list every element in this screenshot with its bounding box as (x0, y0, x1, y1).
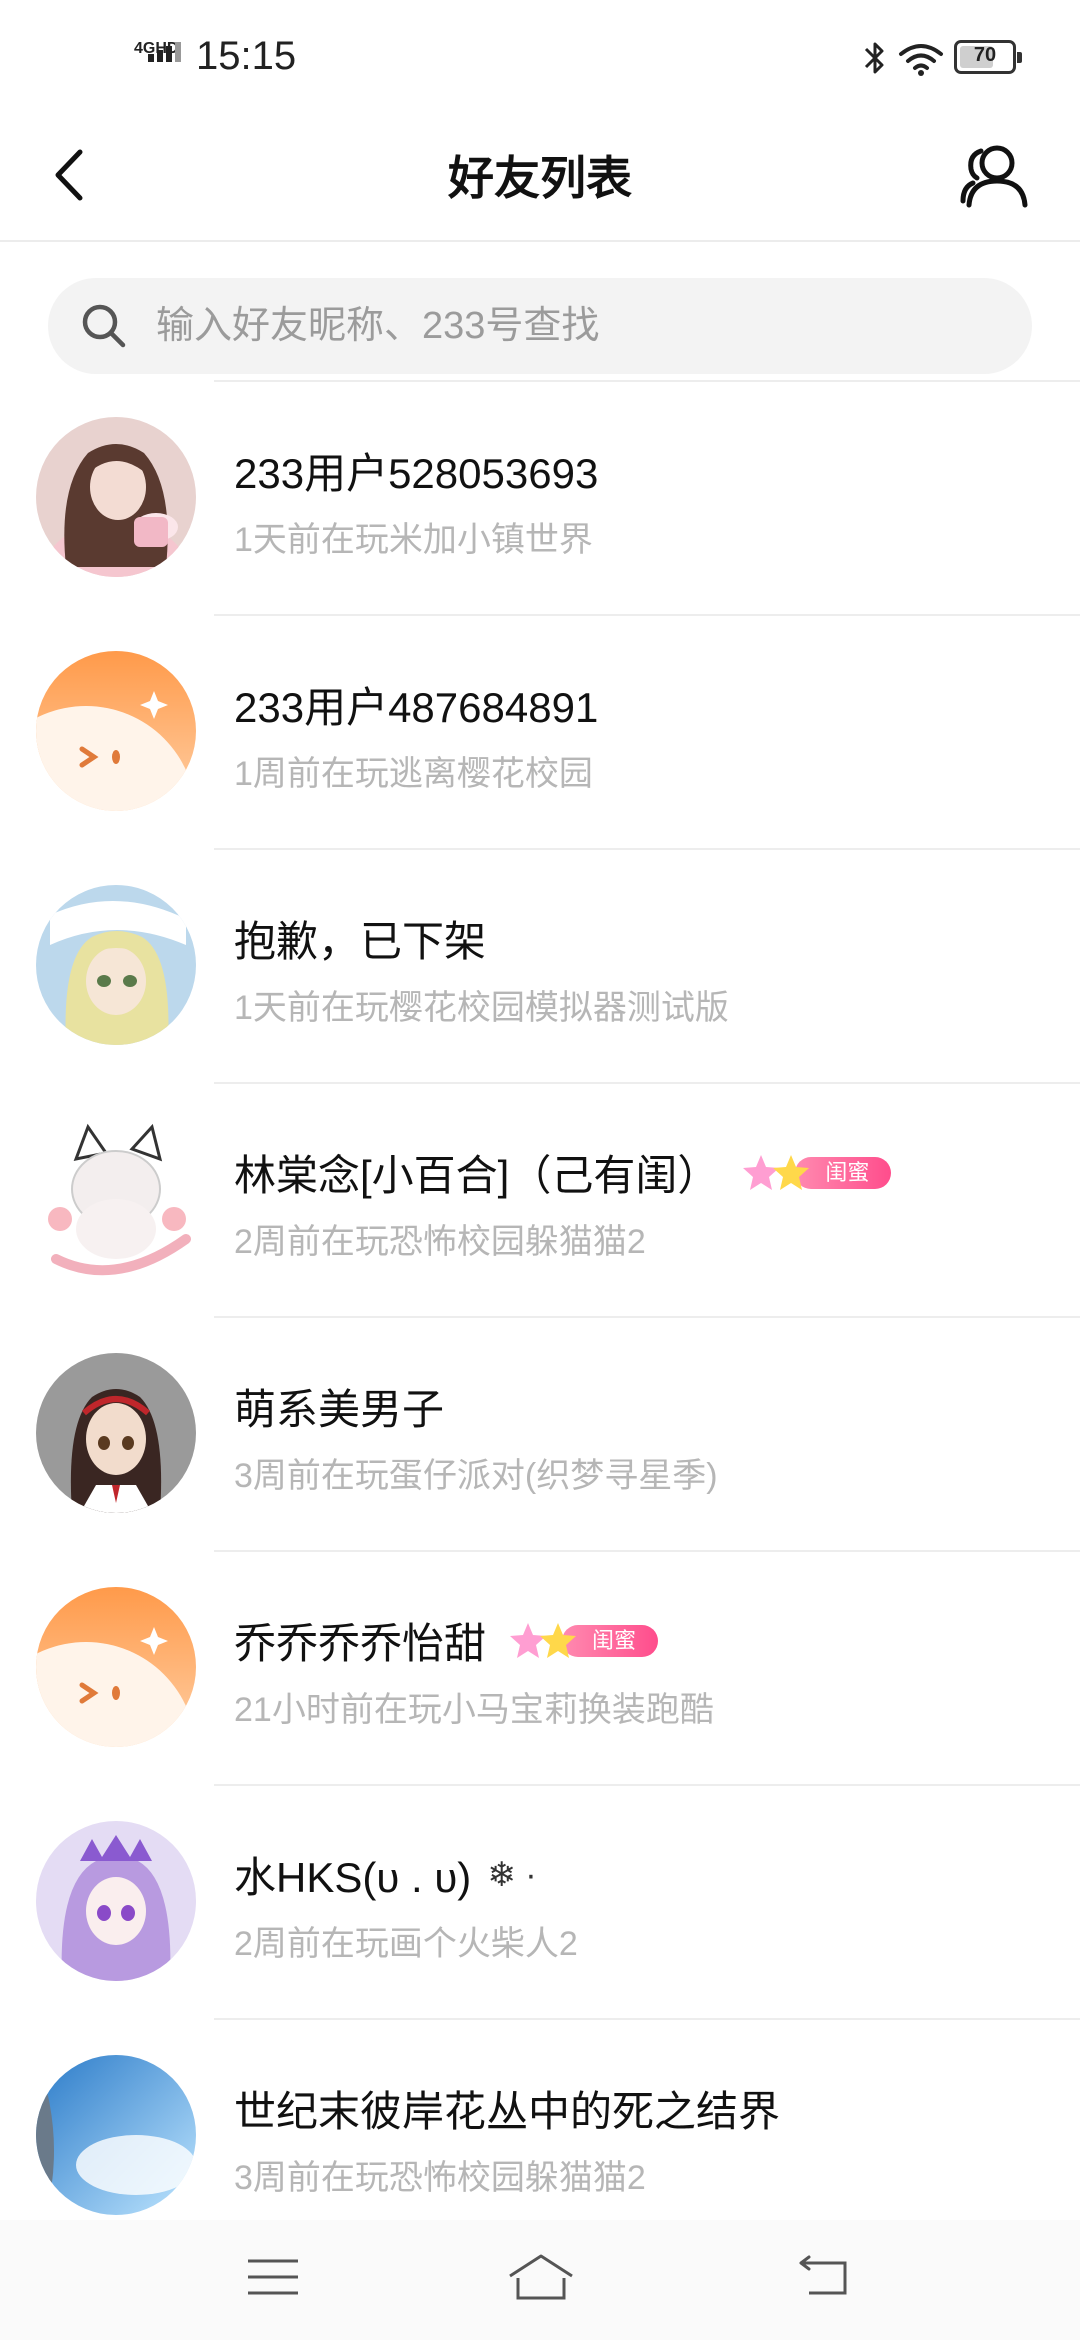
home-button[interactable] (496, 2242, 586, 2312)
contacts-icon (960, 145, 1028, 208)
anime-avatar-icon (36, 1821, 196, 1981)
bestie-badge: 闺蜜 (506, 1619, 659, 1663)
default-avatar-icon (36, 651, 196, 811)
status-time: 15:15 (196, 34, 297, 78)
friend-name: 乔乔乔乔怡甜 闺蜜 (234, 1610, 659, 1671)
row-divider (214, 848, 1080, 850)
friend-row[interactable]: 世纪末彼岸花丛中的死之结界 3周前在玩恐怖校园躲猫猫2 (0, 2018, 1080, 2252)
friend-status: 2周前在玩画个火柴人2 (234, 1925, 578, 1963)
anime-avatar-icon (36, 885, 196, 1045)
wifi-icon (899, 44, 943, 76)
battery-text: 70 (973, 44, 997, 66)
cat-avatar-icon (36, 1119, 196, 1279)
friend-status: 1天前在玩樱花校园模拟器测试版 (234, 989, 729, 1027)
friend-name: 世纪末彼岸花丛中的死之结界 (234, 2088, 781, 2135)
friend-name: 233用户487684891 (234, 684, 599, 731)
avatar[interactable] (36, 651, 196, 811)
star-badge-icon (510, 1622, 577, 1658)
avatar[interactable] (36, 417, 196, 577)
header: 好友列表 (0, 120, 1080, 242)
search-icon (82, 304, 126, 348)
search-input[interactable] (156, 278, 996, 374)
row-divider (214, 2018, 1080, 2020)
star-badge-icon (743, 1154, 810, 1190)
home-icon (509, 2254, 573, 2300)
snowflake-decoration: ❄ · (487, 1855, 537, 1894)
search-bar[interactable] (48, 278, 1032, 374)
friend-name: 233用户528053693 (234, 450, 599, 497)
friend-row[interactable]: 抱歉，已下架 1天前在玩樱花校园模拟器测试版 (0, 848, 1080, 1082)
friend-status: 3周前在玩蛋仔派对(织梦寻星季) (234, 1457, 718, 1495)
row-divider (214, 1784, 1080, 1786)
3d-avatar-icon (36, 1353, 196, 1513)
friend-list: 233用户528053693 1天前在玩米加小镇世界 233用户48768489… (0, 380, 1080, 2252)
menu-icon (248, 2259, 298, 2295)
friend-status: 1周前在玩逃离樱花校园 (234, 755, 593, 793)
friend-name: 水HKS(ᴜ . ᴜ) ❄ · (234, 1854, 537, 1901)
contacts-button[interactable] (950, 138, 1040, 214)
friend-row[interactable]: 林棠念[小百合]（己有闺） 闺蜜 2周前在玩恐怖校园躲猫猫2 (0, 1082, 1080, 1316)
friend-status: 1天前在玩米加小镇世界 (234, 521, 593, 559)
default-avatar-icon (36, 1587, 196, 1747)
bestie-badge: 闺蜜 (739, 1151, 892, 1195)
friend-row[interactable]: 233用户487684891 1周前在玩逃离樱花校园 (0, 614, 1080, 848)
sky-avatar-icon (36, 2055, 196, 2215)
friend-name: 萌系美男子 (234, 1386, 445, 1433)
avatar[interactable] (36, 1119, 196, 1279)
network-indicator: 4GHD (134, 40, 190, 80)
friend-row[interactable]: 233用户528053693 1天前在玩米加小镇世界 (0, 380, 1080, 614)
avatar[interactable] (36, 1587, 196, 1747)
row-divider (214, 1316, 1080, 1318)
row-divider (214, 1550, 1080, 1552)
avatar[interactable] (36, 2055, 196, 2215)
bluetooth-icon (864, 42, 884, 74)
row-divider (214, 614, 1080, 616)
friend-row[interactable]: 萌系美男子 3周前在玩蛋仔派对(织梦寻星季) (0, 1316, 1080, 1550)
photo-avatar-icon (36, 417, 196, 577)
friend-status: 21小时前在玩小马宝莉换装跑酷 (234, 1691, 714, 1729)
friend-row[interactable]: 乔乔乔乔怡甜 闺蜜 21小时前在玩小马宝莉换装跑酷 (0, 1550, 1080, 1784)
friend-row[interactable]: 水HKS(ᴜ . ᴜ) ❄ · 2周前在玩画个火柴人2 (0, 1784, 1080, 2018)
row-divider (214, 380, 1080, 382)
avatar[interactable] (36, 885, 196, 1045)
friend-name: 林棠念[小百合]（己有闺） 闺蜜 (234, 1142, 892, 1203)
friend-name: 抱歉，已下架 (234, 918, 487, 965)
friend-status: 3周前在玩恐怖校园躲猫猫2 (234, 2159, 646, 2197)
status-bar: 4GHD 15:15 70 (0, 0, 1080, 120)
system-nav-bar (0, 2220, 1080, 2340)
page-title: 好友列表 (448, 152, 632, 204)
row-divider (214, 1082, 1080, 1084)
friend-status: 2周前在玩恐怖校园躲猫猫2 (234, 1223, 646, 1261)
back-nav-button[interactable] (778, 2242, 868, 2312)
avatar[interactable] (36, 1821, 196, 1981)
menu-button[interactable] (228, 2242, 318, 2312)
avatar[interactable] (36, 1353, 196, 1513)
battery-icon: 70 (954, 40, 1022, 74)
back-icon (799, 2255, 847, 2295)
